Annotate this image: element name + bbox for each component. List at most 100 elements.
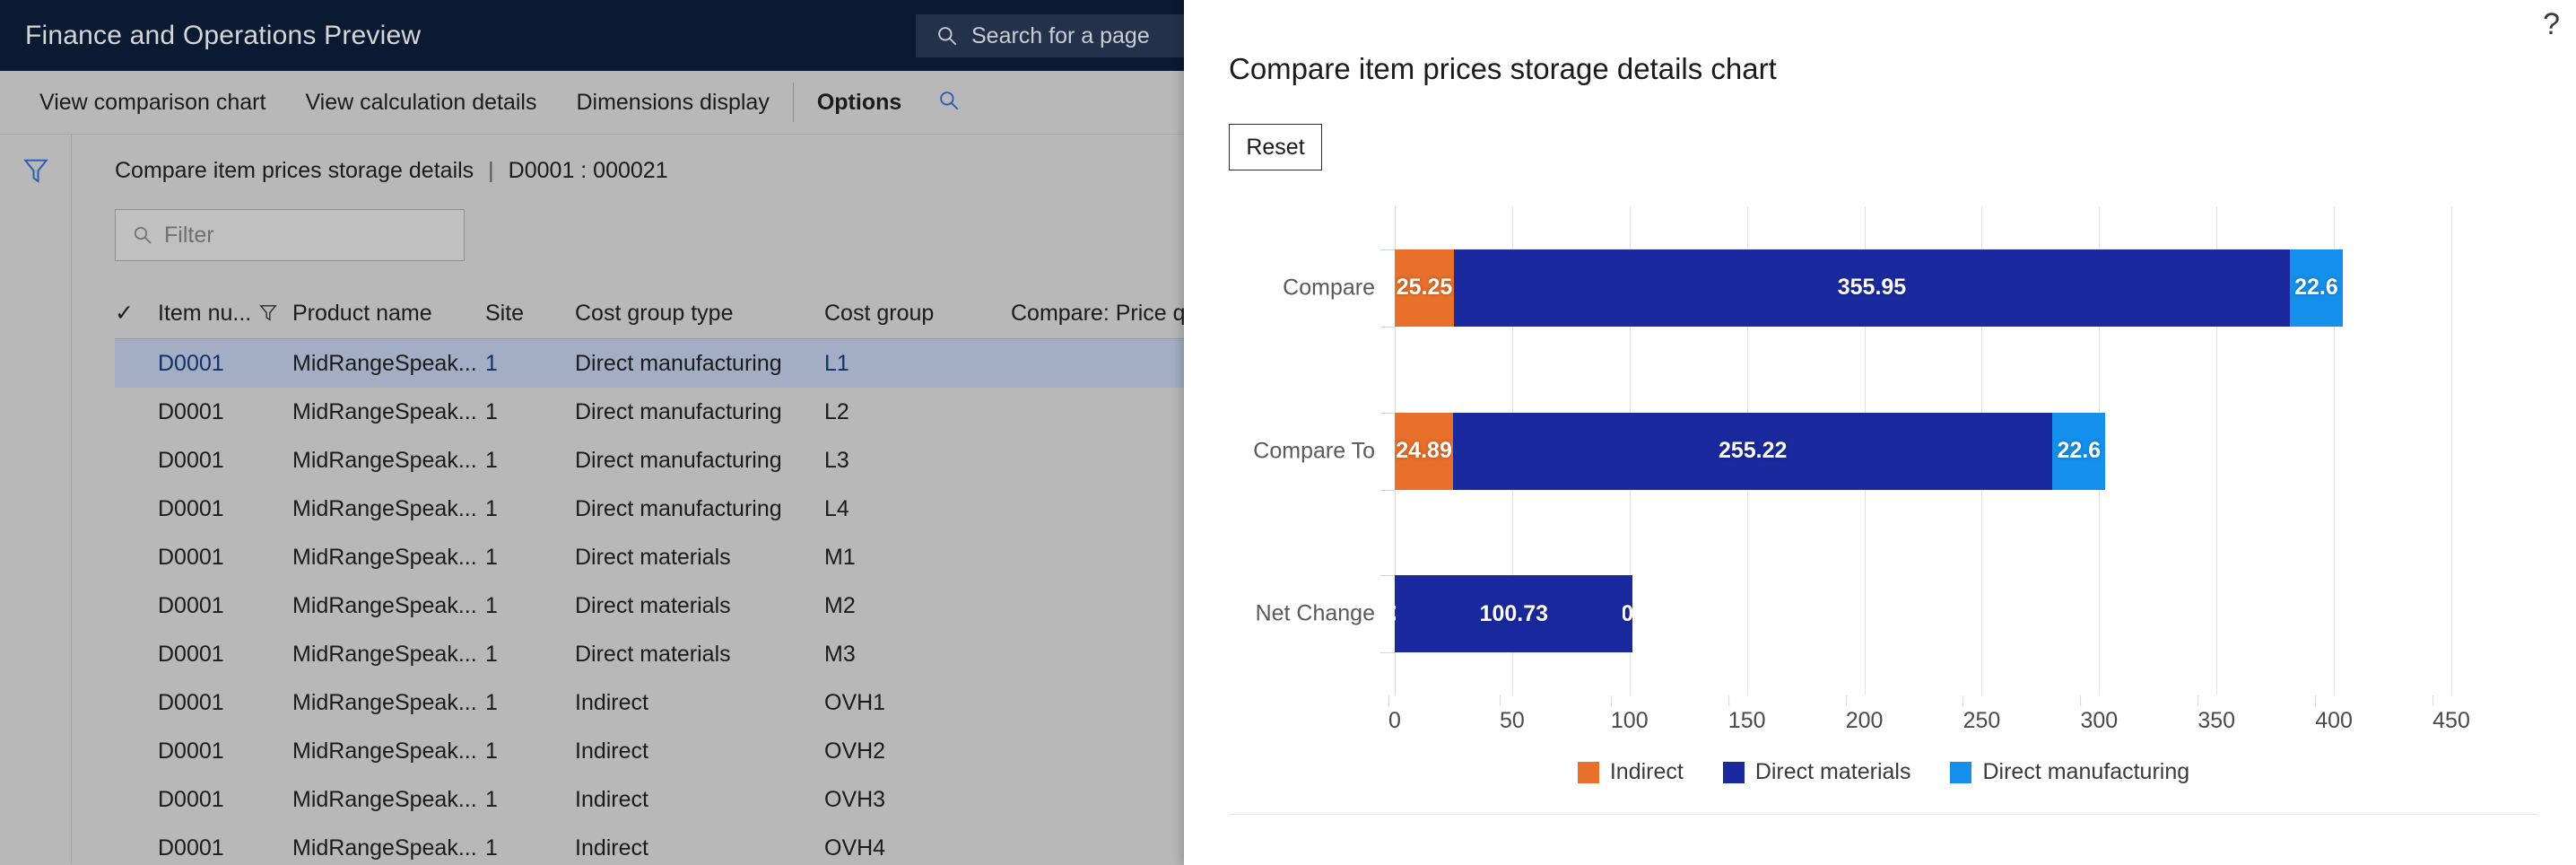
filter-input[interactable]: Filter: [115, 209, 465, 261]
cell-site: 1: [485, 689, 498, 715]
breadcrumb: Compare item prices storage details | D0…: [115, 158, 1184, 184]
cell-cost-group: L2: [824, 398, 849, 424]
chart-bar-segment[interactable]: 25.25: [1395, 249, 1455, 327]
x-axis-tick-label: 200: [1845, 695, 1883, 734]
table-row[interactable]: D0001 MidRangeSpeak... 1 Direct manufacturi…: [115, 339, 1184, 388]
grid-rows: D0001 MidRangeSpeak... 1 Direct manufacturi…: [115, 339, 1184, 864]
chart-bar-value-label: 22.6: [2294, 275, 2338, 301]
global-search-placeholder: Search for a page: [971, 22, 1150, 48]
x-axis-tick-label: 300: [2080, 695, 2118, 734]
table-row[interactable]: D0001 MidRangeSpeak... 1 Indirect OVH1: [115, 678, 1184, 727]
cell-cost-group: L4: [824, 495, 849, 521]
x-axis-tick-label: 450: [2432, 695, 2470, 734]
cell-item-number: D0001: [158, 592, 224, 618]
global-search-box[interactable]: Search for a page: [916, 14, 1184, 57]
chart-bar-segment[interactable]: 22.6: [2289, 249, 2344, 327]
cell-product-name: MidRangeSpeak...: [292, 641, 477, 667]
action-dimensions-display[interactable]: Dimensions display: [556, 71, 788, 135]
app-panel: Finance and Operations Preview Search fo…: [0, 0, 1184, 865]
axis-bracket: [1380, 652, 1395, 654]
column-header-item-number[interactable]: Item nu...: [158, 301, 258, 327]
action-view-calculation-details[interactable]: View calculation details: [285, 71, 556, 135]
chart-bar-segment[interactable]: 24.89: [1395, 412, 1454, 490]
table-row[interactable]: D0001 MidRangeSpeak... 1 Indirect OVH2: [115, 727, 1184, 775]
action-options[interactable]: Options: [797, 71, 921, 135]
chart-legend: Indirect Direct materials Direct manufactu…: [1229, 759, 2538, 785]
table-row[interactable]: D0001 MidRangeSpeak... 1 Direct manufacturi…: [115, 485, 1184, 533]
table-row[interactable]: D0001 MidRangeSpeak... 1 Indirect OVH4: [115, 824, 1184, 864]
cell-item-number: D0001: [158, 447, 224, 473]
column-header-cost-group-type[interactable]: Cost group type: [575, 301, 824, 327]
cell-site: 1: [485, 641, 498, 667]
action-view-comparison-chart[interactable]: View comparison chart: [20, 71, 285, 135]
column-header-product-name[interactable]: Product name: [292, 301, 485, 327]
cell-item-number: D0001: [158, 834, 224, 861]
axis-bracket: [1380, 489, 1395, 491]
chart-plot-area: Compare 25.25 355.95 22.6 Compare To 24.89 255…: [1253, 206, 2452, 695]
x-axis-tick-label: 150: [1727, 695, 1766, 734]
search-icon: [937, 89, 961, 117]
legend-label: Indirect: [1609, 759, 1684, 784]
legend-color-swatch: [1722, 761, 1745, 783]
cell-item-number: D0001: [158, 350, 224, 376]
x-axis-tick-mark: [2197, 695, 2199, 706]
chart-bar-segment[interactable]: 22.6: [2052, 412, 2106, 490]
chart-bar-segment[interactable]: 255.22: [1453, 412, 2053, 490]
column-header-site[interactable]: Site: [485, 301, 575, 327]
cell-product-name: MidRangeSpeak...: [292, 398, 477, 424]
chart-bar-segment[interactable]: 0: [1622, 575, 1632, 653]
title-bar: Finance and Operations Preview Search fo…: [0, 0, 1184, 71]
column-header-compare-price[interactable]: Compare: Price qu: [1011, 301, 1184, 327]
cell-cost-group: M1: [824, 544, 856, 570]
cell-cost-group: M2: [824, 592, 856, 618]
table-row[interactable]: D0001 MidRangeSpeak... 1 Indirect OVH3: [115, 775, 1184, 824]
chart-bar-value-label: 100.73: [1479, 600, 1549, 626]
cell-site: 1: [485, 495, 498, 521]
axis-bracket: [1380, 575, 1395, 577]
data-grid: ✓ Item nu... Product name Site Cost grou…: [115, 288, 1184, 864]
legend-item[interactable]: Direct materials: [1722, 759, 1910, 785]
table-row[interactable]: D0001 MidRangeSpeak... 1 Direct materials M1: [115, 533, 1184, 581]
cell-cost-group-type: Indirect: [575, 786, 648, 812]
cell-cost-group-type: Direct manufacturing: [575, 447, 782, 473]
chart-bar-value-label: 22.6: [2057, 438, 2102, 463]
y-axis-category-label: Net Change: [1255, 600, 1375, 626]
cell-site: 1: [485, 834, 498, 861]
column-filter-funnel-icon[interactable]: [258, 302, 292, 324]
cell-site: 1: [485, 447, 498, 473]
x-axis-tick-mark: [1727, 695, 1729, 706]
x-axis-tick-mark: [1845, 695, 1847, 706]
table-row[interactable]: D0001 MidRangeSpeak... 1 Direct manufacturi…: [115, 388, 1184, 436]
grid-body-area: Compare item prices storage details | D0…: [0, 135, 1184, 864]
cell-item-number: D0001: [158, 544, 224, 570]
chart-bar-segment[interactable]: 355.95: [1454, 249, 2290, 327]
table-row[interactable]: D0001 MidRangeSpeak... 1 Direct materials M2: [115, 581, 1184, 630]
x-axis-tick-label: 0: [1388, 695, 1401, 734]
cell-cost-group: OVH3: [824, 786, 886, 812]
cell-site: 1: [485, 398, 498, 424]
legend-item[interactable]: Indirect: [1577, 759, 1684, 785]
cell-cost-group: OVH4: [824, 834, 886, 861]
reset-button[interactable]: Reset: [1229, 124, 1322, 170]
legend-item[interactable]: Direct manufacturing: [1950, 759, 2189, 785]
x-axis-tick-mark: [2432, 695, 2434, 706]
x-axis-tick-mark: [2315, 695, 2317, 706]
column-header-cost-group[interactable]: Cost group: [824, 301, 1011, 327]
cell-item-number: D0001: [158, 398, 224, 424]
select-all-checkmark[interactable]: ✓: [115, 300, 158, 327]
x-axis-tick-label: 400: [2315, 695, 2353, 734]
axis-bracket: [1380, 249, 1395, 250]
action-pane-search-button[interactable]: [921, 71, 977, 135]
filter-rail[interactable]: [0, 135, 72, 864]
cell-cost-group-type: Indirect: [575, 738, 648, 764]
cell-product-name: MidRangeSpeak...: [292, 447, 477, 473]
action-pane: View comparison chart View calculation d…: [0, 71, 1184, 135]
filter-funnel-icon[interactable]: [22, 157, 49, 864]
chart-bar-segment[interactable]: 100.73: [1395, 575, 1632, 653]
question-mark-icon[interactable]: ?: [2543, 9, 2560, 39]
axis-bracket: [1380, 326, 1395, 328]
cell-item-number: D0001: [158, 786, 224, 812]
chart-bar-group: Compare To 24.89 255.22 22.6: [1253, 412, 2451, 491]
table-row[interactable]: D0001 MidRangeSpeak... 1 Direct manufacturi…: [115, 436, 1184, 485]
table-row[interactable]: D0001 MidRangeSpeak... 1 Direct materials M3: [115, 630, 1184, 678]
